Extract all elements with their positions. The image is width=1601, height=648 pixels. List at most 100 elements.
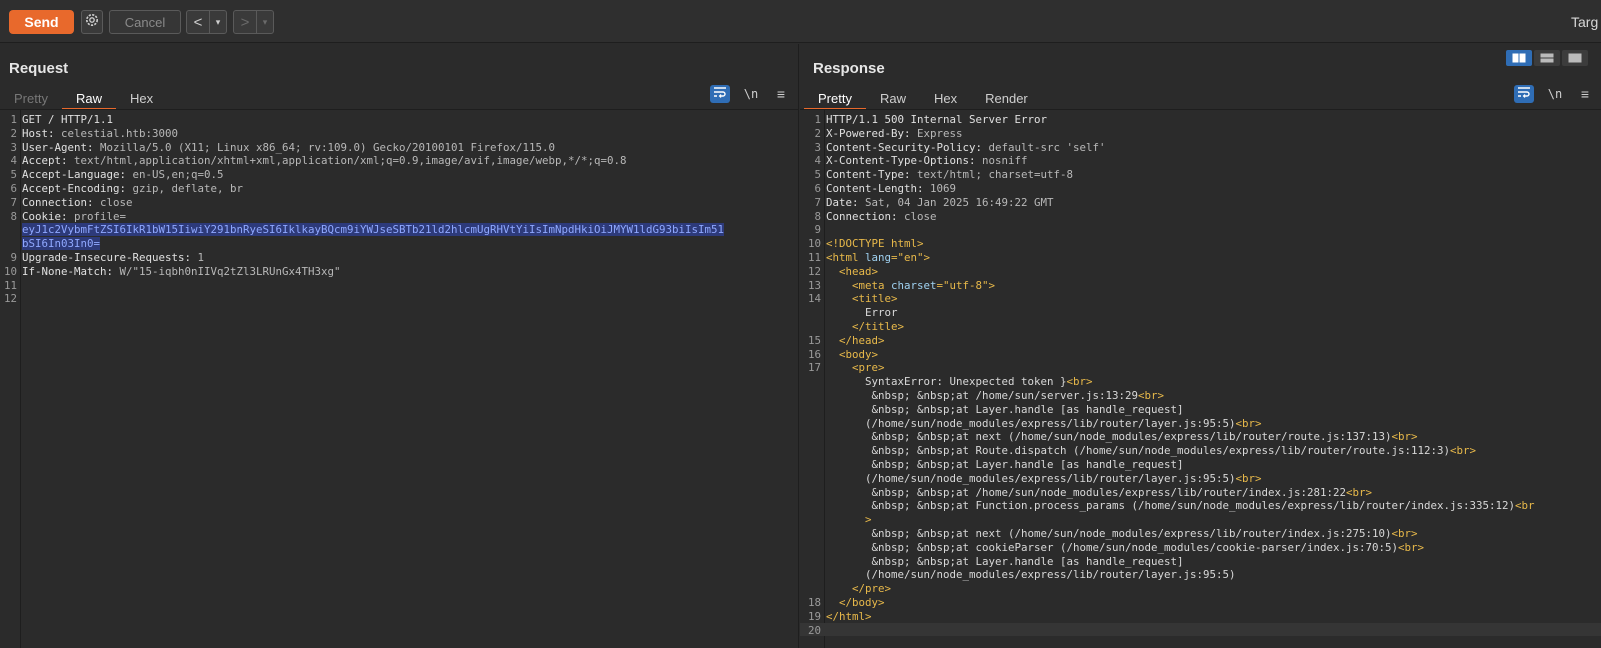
line-number: 3: [10, 140, 17, 154]
code-text: <!DOCTYPE html>: [826, 237, 924, 251]
line-number: 12: [807, 264, 821, 278]
layout-stacked-icon[interactable]: [1534, 50, 1560, 66]
request-tab-hex[interactable]: Hex: [116, 88, 167, 108]
code-text: (/home/sun/node_modules/express/lib/rout…: [826, 472, 1262, 486]
response-editor[interactable]: 1 HTTP/1.1 500 Internal Server Error 2 X-Po…: [800, 110, 1601, 648]
settings-button[interactable]: [81, 10, 103, 34]
code-text: bSI6In03In0=: [22, 237, 101, 251]
header-name: Cookie:: [22, 209, 68, 223]
code-text: Content-Length: 1069: [826, 182, 956, 196]
toolbar: Send Cancel < ▾ > ▾ Targ: [0, 0, 1601, 43]
html-text: &nbsp; &nbsp;at next (/home/sun/node_mod…: [871, 527, 1392, 540]
code-text: X-Powered-By: Express: [826, 127, 963, 141]
code-text: &nbsp; &nbsp;at /home/sun/server.js:13:2…: [826, 389, 1165, 403]
html-text: &nbsp; &nbsp;at Route.dispatch (/home/su…: [871, 444, 1451, 458]
code-text: <body>: [826, 348, 878, 362]
html-text: &nbsp; &nbsp;at Layer.handle [as handle_…: [871, 458, 1184, 471]
layout-switcher: [1506, 50, 1588, 66]
code-text: &nbsp; &nbsp;at Layer.handle [as handle_…: [826, 555, 1184, 569]
hamburger-menu-icon[interactable]: ≡: [772, 86, 790, 102]
response-tab-pretty[interactable]: Pretty: [804, 88, 866, 110]
response-tab-raw[interactable]: Raw: [866, 88, 920, 108]
code-line: &nbsp; &nbsp;at Layer.handle [as handle_…: [800, 458, 1601, 472]
html-tag: <br>: [1391, 527, 1418, 540]
code-text: <head>: [826, 265, 878, 279]
target-label[interactable]: Targ: [1571, 14, 1598, 30]
code-line: 8 Cookie: profile=: [0, 210, 798, 224]
layout-tabbed-icon[interactable]: [1562, 50, 1588, 66]
show-newlines-toggle[interactable]: \n: [1544, 87, 1566, 101]
code-line: eyJ1c2VybmFtZSI6IkR1bW15IiwiY291bnRyeSI6…: [0, 223, 798, 237]
header-value: close: [897, 209, 937, 223]
code-text: SyntaxError: Unexpected token }<br>: [826, 375, 1093, 389]
line-number: 16: [807, 347, 821, 361]
code-line: 17 <pre>: [800, 361, 1601, 375]
header-name: Content-Type:: [826, 168, 911, 182]
header-name: Date:: [826, 195, 859, 209]
html-text: &nbsp; &nbsp;at next (/home/sun/node_mod…: [871, 430, 1392, 444]
back-history-dropdown[interactable]: ▾: [209, 11, 226, 33]
code-line: &nbsp; &nbsp;at /home/sun/node_modules/e…: [800, 486, 1601, 500]
code-line: 14 <title>: [800, 292, 1601, 306]
code-line: &nbsp; &nbsp;at next (/home/sun/node_mod…: [800, 430, 1601, 444]
code-text: Accept-Language: en-US,en;q=0.5: [22, 168, 224, 182]
word-wrap-toggle[interactable]: [1514, 85, 1534, 103]
code-line: 8 Connection: close: [800, 210, 1601, 224]
html-tag: </title>: [852, 320, 905, 333]
html-tag: <html: [826, 251, 866, 264]
code-line: 16 <body>: [800, 348, 1601, 362]
line-number: 20: [807, 623, 821, 637]
response-tab-hex[interactable]: Hex: [920, 88, 971, 108]
code-text: &nbsp; &nbsp;at /home/sun/node_modules/e…: [826, 486, 1373, 500]
back-button[interactable]: <: [187, 11, 209, 33]
header-name: X-Content-Type-Options:: [826, 154, 976, 168]
code-text: (/home/sun/node_modules/express/lib/rout…: [826, 417, 1262, 431]
code-text: Error: [826, 306, 898, 320]
request-tab-pretty[interactable]: Pretty: [0, 88, 62, 108]
header-value: 1: [191, 251, 205, 264]
code-line: 3 User-Agent: Mozilla/5.0 (X11; Linux x86…: [0, 141, 798, 155]
html-text: &nbsp; &nbsp;at Layer.handle [as handle_…: [871, 402, 1184, 416]
send-button[interactable]: Send: [9, 10, 74, 34]
code-line: 6 Accept-Encoding: gzip, deflate, br: [0, 182, 798, 196]
request-editor-tools: \n ≡: [710, 85, 790, 103]
show-newlines-toggle[interactable]: \n: [740, 87, 762, 101]
hamburger-menu-icon[interactable]: ≡: [1576, 86, 1594, 102]
forward-button[interactable]: >: [234, 11, 256, 33]
word-wrap-toggle[interactable]: [710, 85, 730, 103]
code-line: 2 Host: celestial.htb:3000: [0, 127, 798, 141]
cancel-button[interactable]: Cancel: [109, 10, 181, 34]
code-line: 15 </head>: [800, 334, 1601, 348]
header-value: celestial.htb:3000: [54, 126, 179, 140]
request-tab-raw[interactable]: Raw: [61, 88, 116, 110]
request-editor[interactable]: 1 GET / HTTP/1.1 2 Host: celestial.htb:3000…: [0, 110, 798, 648]
line-number: 10: [3, 264, 17, 278]
response-tab-render[interactable]: Render: [971, 88, 1042, 108]
response-editor-tools: \n ≡: [1514, 85, 1594, 103]
layout-side-by-side-icon[interactable]: [1506, 50, 1532, 66]
line-number: 11: [3, 278, 17, 292]
line-number: 7: [10, 195, 17, 209]
code-line: &nbsp; &nbsp;at next (/home/sun/node_mod…: [800, 527, 1601, 541]
code-line: 11 <html lang="en">: [800, 251, 1601, 265]
forward-history-dropdown[interactable]: ▾: [256, 11, 273, 33]
code-text: User-Agent: Mozilla/5.0 (X11; Linux x86_…: [22, 141, 555, 155]
header-name: GET / HTTP/1.1: [22, 113, 114, 126]
code-text: Cookie: profile=: [22, 210, 126, 224]
html-tag: <title>: [852, 292, 898, 306]
header-value: nosniff: [975, 154, 1028, 168]
code-text: <meta charset="utf-8">: [826, 279, 995, 293]
